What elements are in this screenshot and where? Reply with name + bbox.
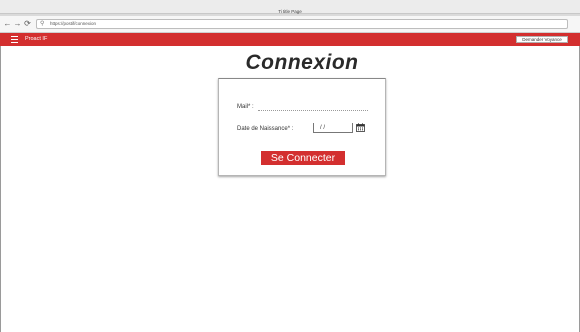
browser-navbar: ← → ⟳ ⚲ https://postif/connexion — [0, 16, 580, 33]
request-reading-button[interactable]: Demander Voyance — [516, 36, 568, 43]
address-bar[interactable]: ⚲ https://postif/connexion — [36, 19, 568, 29]
arrow-right-icon[interactable]: → — [13, 19, 22, 29]
page-title: Connexion — [245, 51, 359, 74]
birthdate-field[interactable]: / / — [313, 123, 353, 133]
brand-name[interactable]: Proact IF — [25, 33, 47, 46]
calendar-icon[interactable] — [356, 123, 365, 132]
reload-icon[interactable]: ⟳ — [23, 19, 32, 29]
window-titlebar: Ti title Page — [0, 0, 580, 14]
mail-field[interactable] — [258, 103, 368, 111]
address-url[interactable]: https://postif/connexion — [50, 20, 96, 28]
hamburger-menu-icon[interactable] — [11, 36, 18, 43]
mail-label: Mail* : — [237, 104, 254, 110]
login-card: Mail* : Date de Naissance* : / / Se Conn… — [218, 78, 386, 176]
app-header: Proact IF Demander Voyance — [0, 33, 580, 46]
login-submit-button[interactable]: Se Connecter — [261, 151, 345, 165]
search-icon: ⚲ — [40, 21, 45, 27]
arrow-left-icon[interactable]: ← — [3, 19, 12, 29]
birthdate-label: Date de Naissance* : — [237, 126, 294, 132]
